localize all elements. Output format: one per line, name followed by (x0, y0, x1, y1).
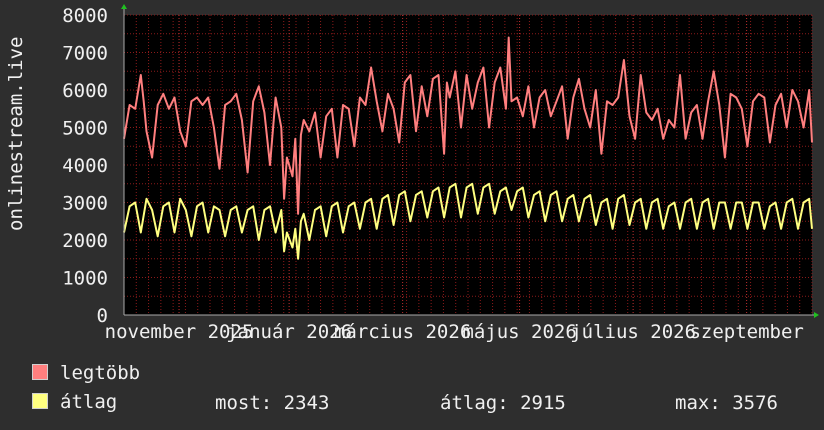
x-tick-label: szeptember (689, 321, 803, 343)
stat-max: max: 3576 (675, 392, 778, 414)
x-tick-label: március 2026 (334, 321, 471, 343)
atlag-label: átlag (60, 391, 118, 413)
x-tick-label: július 2026 (570, 321, 696, 343)
y-tick-label: 6000 (62, 80, 108, 102)
y-axis-label: onlinestream.live (5, 36, 27, 231)
chart: 800070006000500040003000200010000novembe… (62, 4, 819, 343)
y-axis-arrow (121, 4, 127, 9)
y-tick-label: 7000 (62, 43, 108, 65)
x-tick-label: május 2026 (462, 321, 576, 343)
y-tick-label: 5000 (62, 118, 108, 140)
legend-atlag: átlag (32, 391, 117, 413)
y-tick-label: 8000 (62, 5, 108, 27)
atlag-swatch (32, 393, 48, 409)
x-axis-arrow (814, 312, 819, 318)
legtobb-label: legtöbb (60, 362, 141, 384)
y-tick-label: 4000 (62, 155, 108, 177)
stat-most: most: 2343 (215, 392, 330, 414)
y-tick-label: 1000 (62, 268, 108, 290)
legtobb-swatch (32, 364, 48, 380)
y-tick-label: 2000 (62, 230, 108, 252)
legend-legtobb: legtöbb (32, 362, 140, 384)
stat-atlag: átlag: 2915 (440, 392, 566, 414)
y-tick-label: 3000 (62, 193, 108, 215)
